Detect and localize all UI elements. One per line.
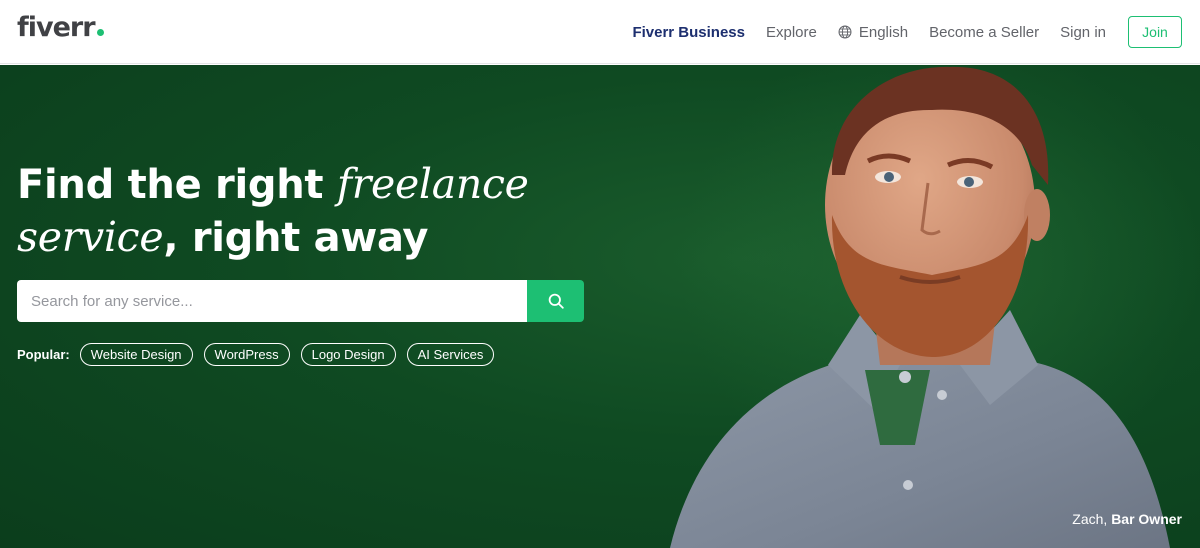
- logo-dot: [96, 29, 104, 36]
- join-button[interactable]: Join: [1128, 16, 1182, 48]
- popular-tag-wordpress[interactable]: WordPress: [203, 343, 290, 366]
- headline-text-1: Find the right: [17, 162, 337, 208]
- popular-tag-logo-design[interactable]: Logo Design: [300, 343, 396, 366]
- popular-tag-ai-services[interactable]: AI Services: [406, 343, 495, 366]
- hero-caption: Zach, Bar Owner: [1072, 511, 1182, 527]
- search-bar: [17, 280, 584, 322]
- fiverr-logo[interactable]: fiverr: [17, 12, 104, 43]
- nav-explore[interactable]: Explore: [766, 24, 817, 41]
- logo-text: fiverr: [17, 12, 96, 43]
- headline-text-2: , right away: [163, 215, 429, 261]
- nav-fiverr-business[interactable]: Fiverr Business: [632, 24, 745, 41]
- hero-section: Find the right freelance service, right …: [0, 65, 1200, 548]
- caption-name: Zach,: [1072, 511, 1108, 527]
- caption-role: Bar Owner: [1111, 511, 1182, 527]
- nav-sign-in[interactable]: Sign in: [1060, 24, 1106, 41]
- search-button[interactable]: [527, 280, 584, 322]
- search-input[interactable]: [17, 280, 527, 322]
- top-header: fiverr Fiverr Business Explore English B…: [0, 0, 1200, 64]
- nav-language-label: English: [858, 23, 909, 41]
- nav-become-seller[interactable]: Become a Seller: [929, 24, 1039, 41]
- headline-italic-service: service: [17, 213, 164, 261]
- headline-italic-freelance: freelance: [336, 160, 529, 208]
- popular-tag-website-design[interactable]: Website Design: [79, 343, 193, 366]
- hero-headline: Find the right freelance service, right …: [17, 158, 537, 264]
- search-icon: [548, 293, 564, 309]
- popular-tags: Popular: Website Design WordPress Logo D…: [17, 343, 505, 366]
- hero-person-image: [670, 65, 1200, 548]
- globe-icon: [838, 25, 852, 39]
- main-nav: Fiverr Business Explore English Become a…: [632, 0, 1182, 64]
- nav-language[interactable]: English: [838, 24, 908, 41]
- popular-label: Popular:: [17, 347, 70, 362]
